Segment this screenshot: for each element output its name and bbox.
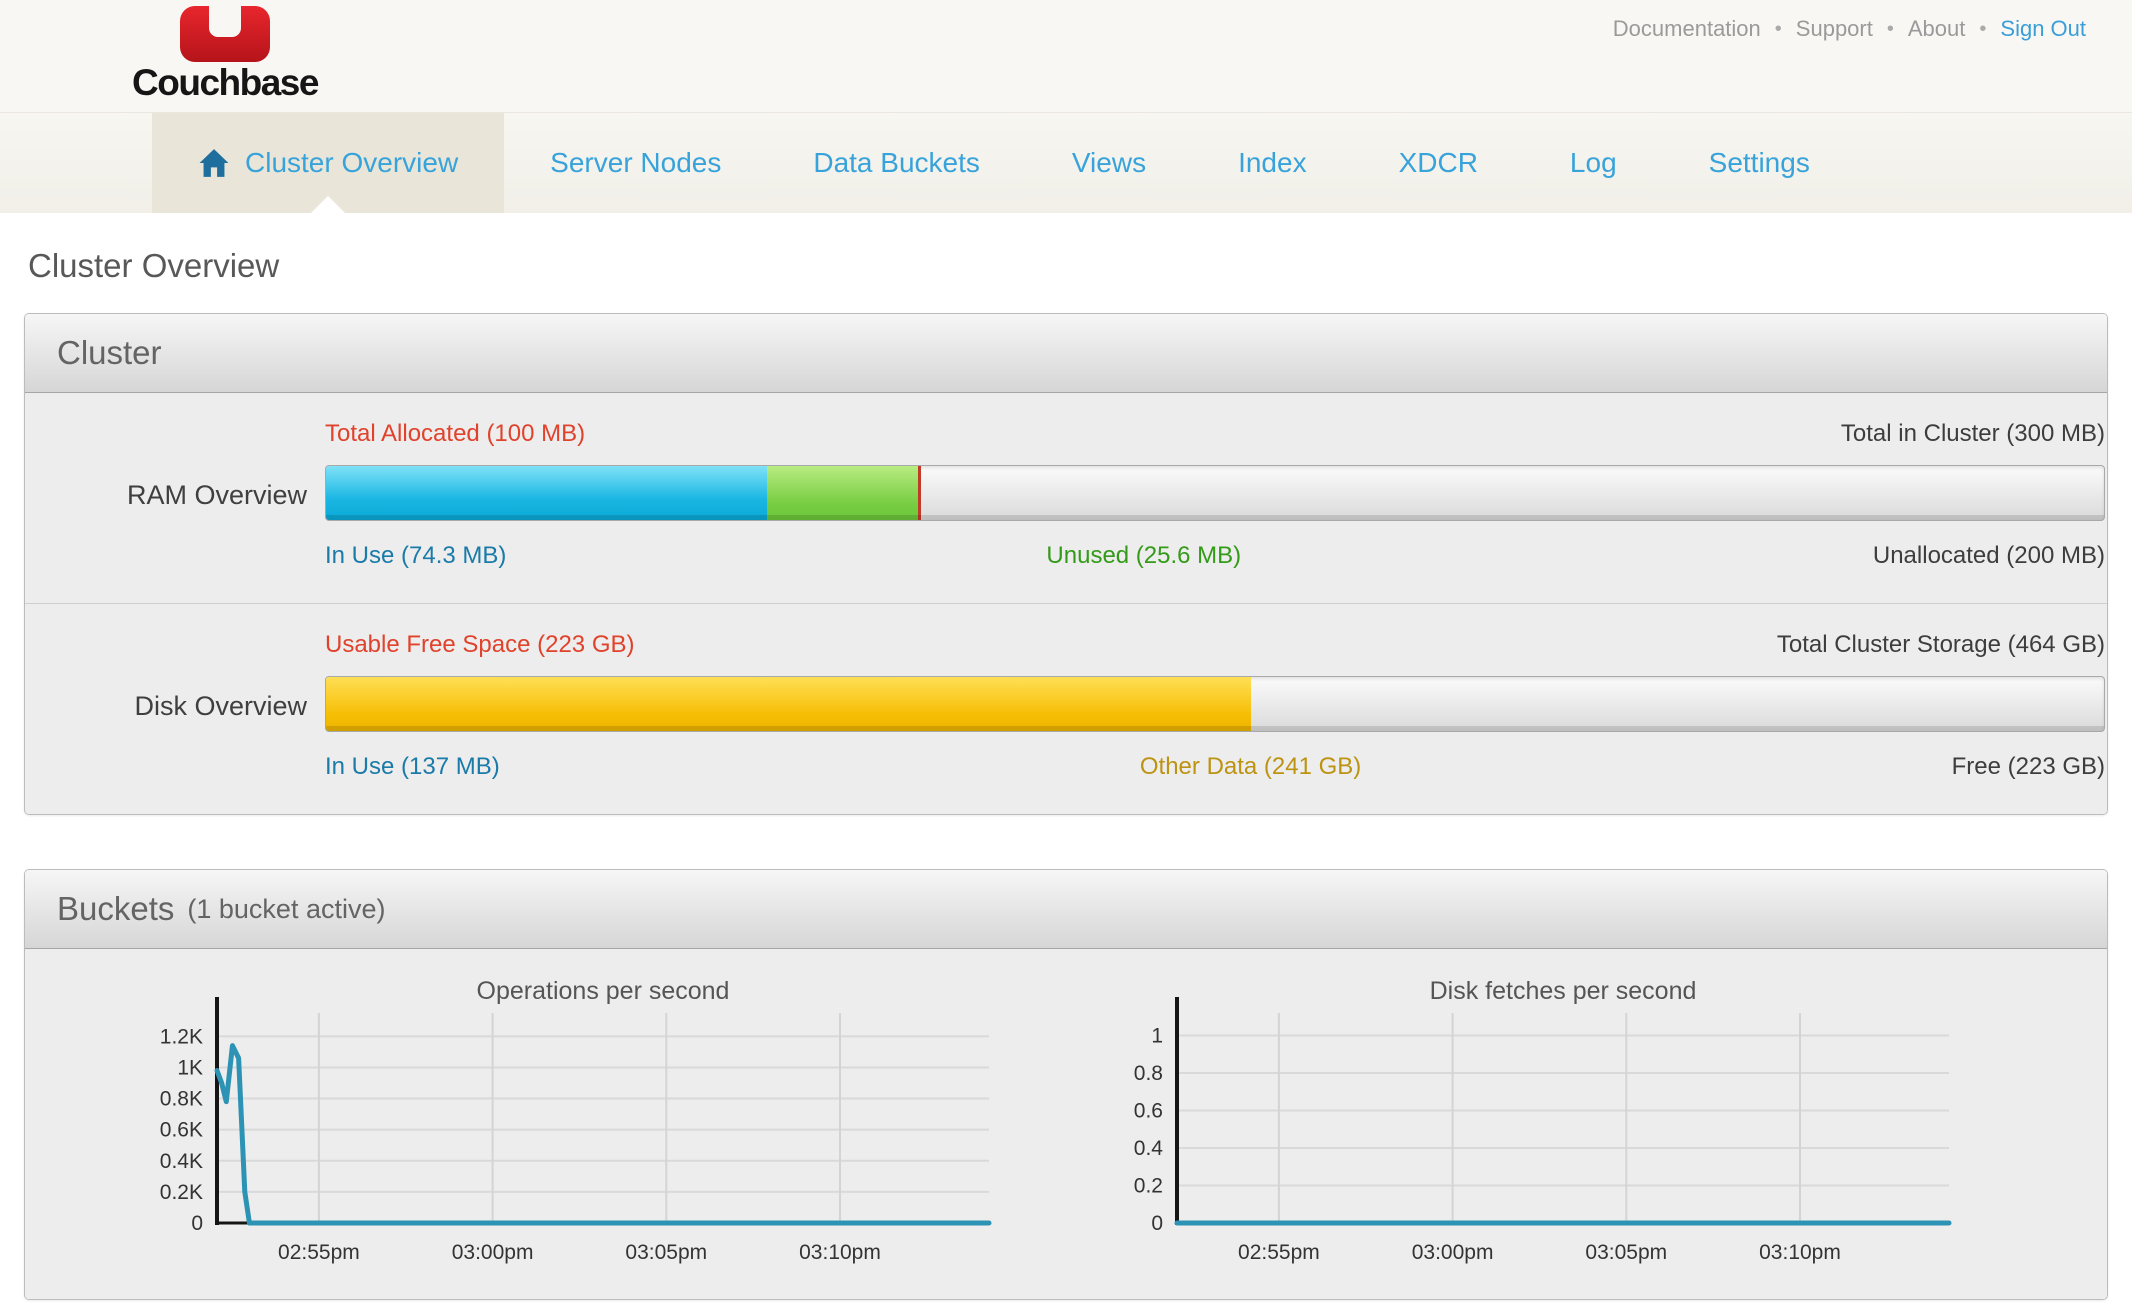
tab-data-buckets[interactable]: Data Buckets	[767, 113, 1026, 213]
svg-text:0: 0	[1151, 1212, 1163, 1235]
disk-fetches-per-second-chart: Disk fetches per second 0 0.2 0.4 0.6 0.8 1 02:…	[1077, 973, 1967, 1285]
svg-text:1.2K: 1.2K	[160, 1025, 203, 1048]
buckets-panel-subtitle: (1 bucket active)	[187, 894, 385, 925]
ram-usage-meter	[325, 465, 2105, 521]
ram-total-allocated-label: Total Allocated (100 MB)	[325, 420, 585, 448]
disk-free-label: Free (223 GB)	[1952, 753, 2105, 781]
svg-text:03:05pm: 03:05pm	[625, 1241, 707, 1264]
svg-text:03:10pm: 03:10pm	[1759, 1241, 1841, 1264]
brand-name: Couchbase	[122, 64, 328, 101]
svg-text:02:55pm: 02:55pm	[278, 1241, 360, 1264]
disk-usable-free-space-label: Usable Free Space (223 GB)	[325, 631, 634, 659]
tab-label: XDCR	[1399, 147, 1478, 179]
tab-index[interactable]: Index	[1192, 113, 1353, 213]
ram-overview-label: RAM Overview	[25, 480, 325, 511]
tab-label: Settings	[1709, 147, 1810, 179]
tab-label: Data Buckets	[813, 147, 980, 179]
disk-other-data-label: Other Data (241 GB)	[1140, 750, 1361, 784]
svg-text:1K: 1K	[177, 1056, 203, 1079]
utility-separator: •	[1979, 18, 1986, 41]
svg-text:1: 1	[1151, 1025, 1163, 1048]
top-header: Couchbase Documentation • Support • About • Si…	[0, 0, 2132, 112]
tab-label: Cluster Overview	[245, 147, 458, 179]
svg-text:0.8K: 0.8K	[160, 1088, 203, 1111]
buckets-panel-header: Buckets (1 bucket active)	[25, 870, 2107, 949]
utility-nav: Documentation • Support • About • Sign Out	[1613, 16, 2086, 42]
tab-label: Views	[1072, 147, 1146, 179]
meter-segment-green	[767, 466, 918, 520]
buckets-panel: Buckets (1 bucket active) Operations per…	[24, 869, 2108, 1300]
tab-label: Index	[1238, 147, 1307, 179]
couchbase-logo: Couchbase	[122, 5, 328, 101]
utility-link-about[interactable]: About	[1908, 16, 1966, 42]
utility-link-support[interactable]: Support	[1796, 16, 1873, 42]
operations-per-second-plot: Operations per second 0 0.2K 0.4K 0.6K 0.8K 1K…	[117, 973, 1007, 1285]
cluster-panel-title: Cluster	[57, 334, 162, 372]
svg-text:03:05pm: 03:05pm	[1585, 1241, 1667, 1264]
svg-text:0.6: 0.6	[1134, 1100, 1163, 1123]
disk-overview-label: Disk Overview	[25, 691, 325, 722]
svg-text:02:55pm: 02:55pm	[1238, 1241, 1320, 1264]
svg-text:Operations per second: Operations per second	[477, 977, 730, 1005]
tab-label: Server Nodes	[550, 147, 721, 179]
utility-separator: •	[1887, 18, 1894, 41]
disk-usage-meter	[325, 676, 2105, 732]
svg-text:0.2K: 0.2K	[160, 1181, 203, 1204]
meter-segment-blue	[326, 466, 767, 520]
ram-unused-label: Unused (25.6 MB)	[1046, 539, 1241, 573]
operations-per-second-chart: Operations per second 0 0.2K 0.4K 0.6K 0.8K 1K…	[117, 973, 1007, 1285]
main-nav: Cluster Overview Server Nodes Data Buckets…	[0, 112, 2132, 213]
couchbase-couch-icon	[178, 5, 272, 63]
tab-cluster-overview[interactable]: Cluster Overview	[152, 113, 504, 213]
main-content: Cluster Overview Cluster RAM Overview To…	[0, 247, 2132, 1300]
svg-text:03:00pm: 03:00pm	[452, 1241, 534, 1264]
tab-server-nodes[interactable]: Server Nodes	[504, 113, 767, 213]
tab-settings[interactable]: Settings	[1663, 113, 1856, 213]
disk-overview-row: Disk Overview Usable Free Space (223 GB)…	[25, 604, 2107, 814]
cluster-panel-body: RAM Overview Total Allocated (100 MB) To…	[25, 393, 2107, 814]
utility-link-documentation[interactable]: Documentation	[1613, 16, 1761, 42]
ram-unallocated-label: Unallocated (200 MB)	[1873, 542, 2105, 570]
disk-total-storage-label: Total Cluster Storage (464 GB)	[1777, 631, 2105, 659]
tab-label: Log	[1570, 147, 1617, 179]
ram-overview-row: RAM Overview Total Allocated (100 MB) To…	[25, 393, 2107, 603]
svg-text:Disk fetches per second: Disk fetches per second	[1430, 977, 1697, 1005]
disk-in-use-label: In Use (137 MB)	[325, 753, 500, 781]
buckets-panel-body: Operations per second 0 0.2K 0.4K 0.6K 0.8K 1K…	[25, 949, 2107, 1299]
home-icon	[198, 148, 230, 178]
page-title: Cluster Overview	[28, 247, 2108, 285]
buckets-panel-title: Buckets	[57, 890, 174, 928]
svg-text:03:10pm: 03:10pm	[799, 1241, 881, 1264]
ram-in-use-label: In Use (74.3 MB)	[325, 542, 506, 570]
utility-separator: •	[1775, 18, 1782, 41]
svg-text:0.8: 0.8	[1134, 1062, 1163, 1085]
cluster-panel: Cluster RAM Overview Total Allocated (10…	[24, 313, 2108, 815]
svg-text:0.2: 0.2	[1134, 1175, 1163, 1198]
svg-text:0.6K: 0.6K	[160, 1119, 203, 1142]
tab-log[interactable]: Log	[1524, 113, 1663, 213]
utility-link-sign-out[interactable]: Sign Out	[2000, 16, 2086, 42]
ram-total-in-cluster-label: Total in Cluster (300 MB)	[1841, 420, 2105, 448]
svg-text:0: 0	[191, 1212, 203, 1235]
allocation-marker	[918, 466, 921, 520]
cluster-panel-header: Cluster	[25, 314, 2107, 393]
svg-text:0.4: 0.4	[1134, 1137, 1164, 1160]
meter-segment-yellow	[326, 677, 1251, 731]
svg-text:03:00pm: 03:00pm	[1412, 1241, 1494, 1264]
tab-xdcr[interactable]: XDCR	[1353, 113, 1524, 213]
svg-text:0.4K: 0.4K	[160, 1150, 203, 1173]
disk-fetches-per-second-plot: Disk fetches per second 0 0.2 0.4 0.6 0.8 1 02:…	[1077, 973, 1967, 1285]
tab-views[interactable]: Views	[1026, 113, 1192, 213]
